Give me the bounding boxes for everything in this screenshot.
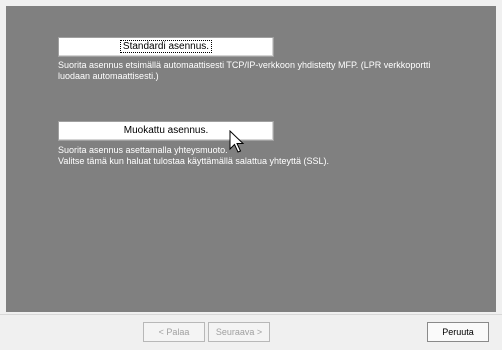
custom-install-description: Suorita asennus asettamalla yhteysmuoto.… xyxy=(58,145,329,166)
standard-install-button-label: Standardi asennus. xyxy=(119,40,213,53)
arrow-pointer-icon xyxy=(229,130,245,153)
standard-install-button[interactable]: Standardi asennus. xyxy=(58,37,274,57)
cancel-button[interactable]: Peruuta xyxy=(427,322,489,342)
next-button[interactable]: Seuraava > xyxy=(208,322,270,342)
standard-install-description: Suorita asennus etsimällä automaattisest… xyxy=(58,60,431,81)
installer-window: Standardi asennus. Suorita asennus etsim… xyxy=(0,0,502,350)
custom-install-button-label: Muokattu asennus. xyxy=(123,125,209,136)
back-button[interactable]: < Palaa xyxy=(143,322,205,342)
footer-divider xyxy=(0,314,502,315)
